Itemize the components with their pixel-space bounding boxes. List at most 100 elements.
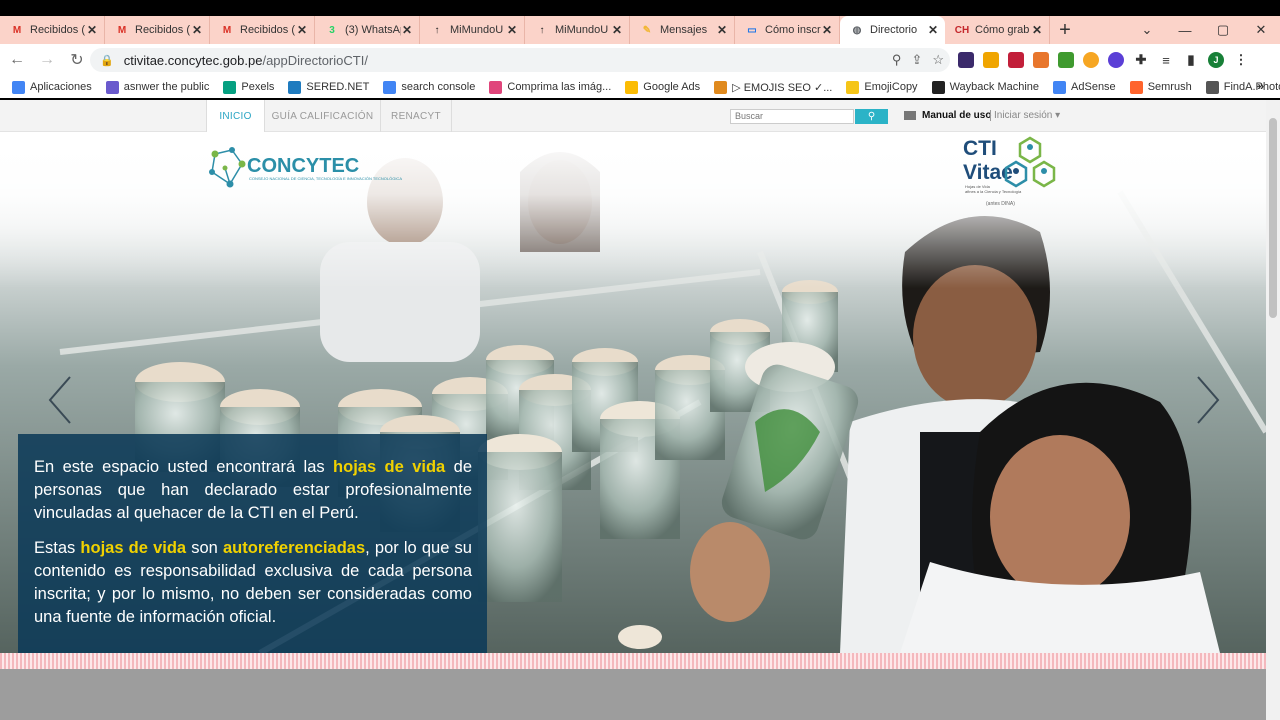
extension-icon[interactable] [1108,52,1124,68]
bookmark-item[interactable]: Comprima las imág... [489,80,611,94]
puzzle-icon[interactable]: ✚ [1133,52,1149,68]
url-host: ctivitae.concytec.gob.pe [123,52,263,68]
caption-paragraph-2: Estas hojas de vida son autoreferenciada… [34,537,472,629]
url-path: /appDirectorioCTI/ [262,52,368,68]
maximize-icon[interactable]: ▢ [1204,16,1242,44]
tab-search-icon[interactable]: ⌄ [1128,16,1166,44]
bookmarks-bar: Aplicaciones asnwer the public Pexels SERED… [0,76,1280,98]
bookmark-item[interactable]: Aplicaciones [12,80,92,94]
googleads-icon [625,80,639,94]
nav-inicio[interactable]: INICIO [206,100,265,133]
browser-tab[interactable]: ✎ Mensajes ✕ [630,16,735,44]
tab-title: Cómo inscr [765,24,821,36]
sidepanel-icon[interactable]: ▮ [1183,52,1199,68]
back-icon[interactable]: ← [4,47,30,73]
tab-close-icon[interactable]: ✕ [506,23,518,37]
manual-link[interactable]: Manual de uso [922,110,991,121]
nav-renacyt[interactable]: RENACYT [381,100,452,132]
page-scrollbar[interactable] [1266,100,1280,720]
minimize-icon[interactable]: — [1166,16,1204,44]
tab-close-icon[interactable]: ✕ [821,23,833,37]
tab-title: Directorio [870,24,918,36]
tab-close-icon[interactable]: ✕ [611,23,623,37]
zoom-icon[interactable]: ⚲ [892,52,902,68]
login-dropdown[interactable]: Iniciar sesión ▾ [990,110,1060,121]
bookmark-label: asnwer the public [123,81,210,93]
extension-icon[interactable] [1058,52,1074,68]
bookmark-item[interactable]: Semrush [1129,80,1192,94]
caption-text: En este espacio usted encontrará las [34,458,334,476]
nav-guia-calificacion[interactable]: GUÍA CALIFICACIÓN [265,100,381,132]
extension-icon[interactable] [1033,52,1049,68]
extension-icon[interactable] [1083,52,1099,68]
tab-title: Recibidos ( [30,24,86,36]
forward-icon[interactable]: → [34,47,60,73]
browser-tab[interactable]: ◍ Directorio ✕ [840,16,945,44]
apps-icon [12,80,25,94]
compress-icon [489,80,503,94]
bookmark-item[interactable]: Wayback Machine [931,80,1040,94]
browser-tab[interactable]: 3 (3) WhatsAp ✕ [315,16,420,44]
reload-icon[interactable]: ↻ [64,47,90,73]
browser-tab[interactable]: ↑ MiMundoU ✕ [420,16,525,44]
media-icon[interactable]: ≡ [1158,52,1174,68]
browser-tab[interactable]: CH Cómo grab ✕ [945,16,1050,44]
tab-title: Recibidos ( [240,24,296,36]
browser-tab[interactable]: ↑ MiMundoU ✕ [525,16,630,44]
caption-text: Estas [34,539,81,557]
bookmark-item[interactable]: AdSense [1053,80,1116,94]
emojicopy-icon [846,80,860,94]
search-input[interactable]: Buscar [730,109,854,124]
tab-close-icon[interactable]: ✕ [86,23,98,37]
browser-tab[interactable]: M Recibidos (✕ [0,16,105,44]
browser-tab[interactable]: ▭ Cómo inscr ✕ [735,16,840,44]
tab-strip: M Recibidos (✕ M Recibidos (✕ M Recibidos (✕ 3… [0,16,1280,44]
tab-close-icon[interactable]: ✕ [1031,23,1043,37]
bookmarks-more[interactable]: » [1257,79,1264,93]
bookmark-label: search console [401,81,476,93]
bookmark-item[interactable]: Google Ads [625,80,700,94]
tab-close-icon[interactable]: ✕ [296,23,308,37]
address-bar: ← → ↻ 🔒 ctivitae.concytec.gob.pe/appDire… [0,44,1280,76]
concytec-logo-text: CONCYTEC [247,155,359,177]
adsense-icon [1053,80,1067,94]
bookmark-star-icon[interactable]: ☆ [932,52,944,68]
extension-icon[interactable] [958,52,974,68]
bookmark-label: SERED.NET [306,81,370,93]
bookmark-label: Aplicaciones [30,81,92,93]
share-icon[interactable]: ⇪ [911,52,922,68]
url-input[interactable]: 🔒 ctivitae.concytec.gob.pe/appDirectorio… [90,48,950,72]
tab-close-icon[interactable]: ✕ [191,23,203,37]
bookmark-item[interactable]: asnwer the public [105,80,210,94]
new-tab-button[interactable]: + [1050,16,1080,44]
tab-title: (3) WhatsAp [345,24,401,36]
gmail-icon: M [117,24,127,36]
site-navbar: INICIO GUÍA CALIFICACIÓN RENACYT Buscar … [0,100,1266,133]
bookmark-item[interactable]: search console [383,80,476,94]
menu-icon[interactable]: ⋮ [1233,52,1249,68]
window-top-edge [0,0,1280,16]
search-button[interactable]: ⚲ [855,109,888,124]
caption-text: son [186,539,223,557]
bookmark-item[interactable]: EmojiCopy [846,80,918,94]
pexels-icon [223,80,237,94]
tab-close-icon[interactable]: ✕ [927,23,939,37]
scrollbar-thumb[interactable] [1269,118,1277,318]
close-window-icon[interactable]: ✕ [1242,16,1280,44]
extension-icon[interactable] [983,52,999,68]
mail-icon[interactable] [904,111,916,120]
browser-tab[interactable]: M Recibidos (✕ [105,16,210,44]
tab-close-icon[interactable]: ✕ [401,23,413,37]
bookmark-item[interactable]: Pexels [223,80,274,94]
extension-icon[interactable] [1008,52,1024,68]
bookmark-label: Wayback Machine [949,81,1040,93]
bookmark-item[interactable]: ▷ EMOJIS SEO ✓... [714,80,832,94]
gmail-icon: M [222,24,232,36]
bookmark-label: AdSense [1071,81,1116,93]
profile-avatar[interactable]: J [1208,52,1224,68]
bookmark-item[interactable]: SERED.NET [288,80,370,94]
bookmark-item[interactable]: FindA.Photo [1205,80,1280,94]
browser-tab[interactable]: M Recibidos (✕ [210,16,315,44]
tab-close-icon[interactable]: ✕ [716,23,728,37]
globe-icon: ◍ [852,24,862,36]
